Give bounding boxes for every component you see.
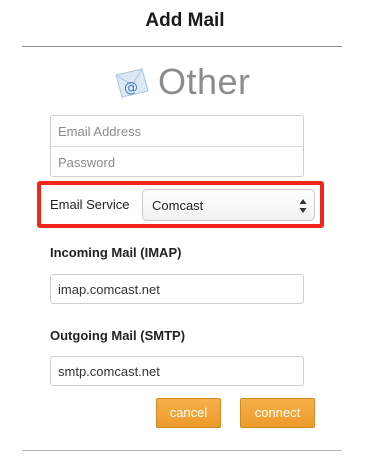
incoming-server-field[interactable] [50, 274, 304, 304]
footer-divider [22, 450, 342, 451]
email-service-select[interactable]: Comcast [142, 189, 315, 221]
password-field[interactable] [51, 147, 303, 177]
connect-button[interactable]: connect [240, 398, 315, 428]
cancel-button[interactable]: cancel [156, 398, 221, 428]
svg-text:@: @ [124, 80, 138, 96]
mail-provider-brand: @ Other [112, 62, 251, 102]
credentials-group [50, 115, 304, 177]
email-service-value: Comcast [152, 197, 204, 213]
incoming-mail-label: Incoming Mail (IMAP) [50, 245, 182, 260]
outgoing-server-field[interactable] [50, 356, 304, 386]
header-divider [22, 46, 342, 47]
email-service-label: Email Service [50, 197, 130, 212]
outgoing-mail-label: Outgoing Mail (SMTP) [50, 328, 186, 343]
provider-name: Other [158, 61, 251, 102]
email-address-field[interactable] [51, 116, 303, 146]
select-arrows-icon [299, 199, 307, 213]
dialog-title: Add Mail [145, 10, 225, 31]
at-sign-envelope-icon: @ [112, 65, 152, 99]
